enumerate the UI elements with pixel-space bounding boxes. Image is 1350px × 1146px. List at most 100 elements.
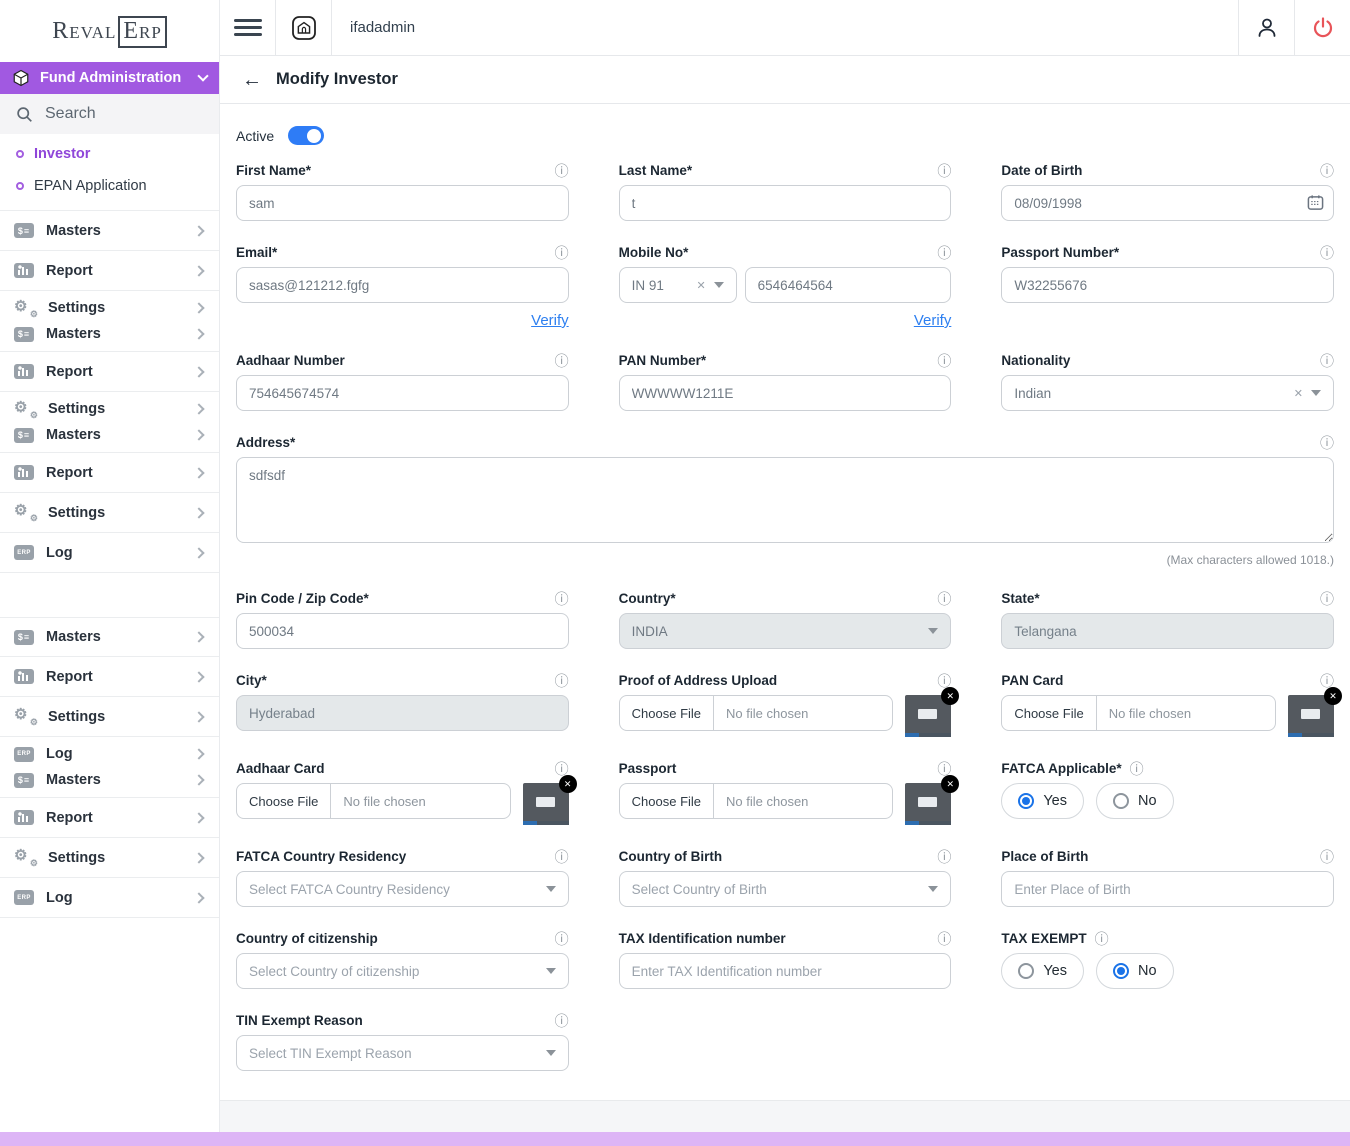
choose-file-button[interactable]: Choose File [1002,696,1096,730]
info-icon[interactable] [1320,246,1334,260]
remove-file-icon[interactable] [1324,687,1342,705]
nationality-select[interactable]: Indian [1001,375,1334,411]
info-icon[interactable] [555,164,569,178]
address-textarea[interactable]: sdfsdf [236,457,1334,543]
choose-file-button[interactable]: Choose File [620,784,714,818]
info-icon[interactable] [1320,354,1334,368]
mobile-number-input[interactable] [745,267,952,303]
remove-file-icon[interactable] [941,687,959,705]
place-of-birth-input[interactable] [1001,871,1334,907]
fatca-applicable-yes-radio[interactable]: Yes [1001,783,1084,819]
sidebar-item-masters[interactable]: Masters [14,323,205,345]
info-icon[interactable] [1320,164,1334,178]
sidebar-item-settings[interactable]: Settings [0,838,219,878]
clear-x-icon[interactable] [696,279,705,292]
dob-input[interactable] [1001,185,1334,221]
info-icon[interactable] [555,354,569,368]
clear-x-icon[interactable] [1294,387,1303,400]
mobile-verify-link[interactable]: Verify [914,312,952,329]
info-icon[interactable] [555,592,569,606]
sidebar-item-masters[interactable]: Masters [14,769,205,791]
info-icon[interactable] [937,164,951,178]
sidebar-item-report[interactable]: Report [0,798,219,838]
info-icon[interactable] [1320,674,1334,688]
aadhaar-card-file-input[interactable]: Choose FileNo file chosen [236,783,511,819]
sidebar-item-investor[interactable]: Investor [0,138,219,170]
sidebar-item-report[interactable]: Report [0,251,219,291]
logout-button[interactable] [1294,0,1350,55]
passport-number-input[interactable] [1001,267,1334,303]
country-of-birth-select[interactable]: Select Country of Birth [619,871,952,907]
info-icon[interactable] [555,932,569,946]
last-name-input[interactable] [619,185,952,221]
sidebar-item-settings[interactable]: Settings [0,493,219,533]
email-verify-link[interactable]: Verify [531,312,569,329]
sidebar-item-settings[interactable]: Settings [14,398,205,420]
sidebar-item-settings-masters[interactable]: Settings Masters [0,392,219,453]
sidebar-item-masters[interactable]: Masters [14,424,205,446]
tax-exempt-yes-radio[interactable]: Yes [1001,953,1084,989]
sidebar-item-report[interactable]: Report [0,453,219,493]
info-icon[interactable] [555,850,569,864]
remove-file-icon[interactable] [559,775,577,793]
info-icon[interactable] [937,932,951,946]
sidebar-item-log[interactable]: Log [0,878,219,918]
sidebar-item-settings-masters[interactable]: Settings Masters [0,291,219,352]
proof-of-address-file-input[interactable]: Choose FileNo file chosen [619,695,894,731]
info-icon[interactable] [937,246,951,260]
info-icon[interactable] [937,762,951,776]
info-icon[interactable] [1130,762,1144,776]
pan-card-file-input[interactable]: Choose FileNo file chosen [1001,695,1276,731]
citizenship-select[interactable]: Select Country of citizenship [236,953,569,989]
choose-file-button[interactable]: Choose File [620,696,714,730]
info-icon[interactable] [555,674,569,688]
active-toggle[interactable] [288,126,324,145]
info-icon[interactable] [1320,436,1334,450]
sidebar-item-log[interactable]: Log [14,743,205,765]
menu-toggle-button[interactable] [220,0,276,55]
sidebar-item-masters[interactable]: Masters [0,617,219,657]
sidebar-item-settings[interactable]: Settings [14,297,205,319]
info-icon[interactable] [1320,592,1334,606]
info-icon[interactable] [555,762,569,776]
info-icon[interactable] [555,246,569,260]
mobile-country-code-select[interactable]: IN 91 [619,267,737,303]
remove-file-icon[interactable] [941,775,959,793]
sidebar-item-settings[interactable]: Settings [0,697,219,737]
info-icon[interactable] [937,354,951,368]
choose-file-button[interactable]: Choose File [237,784,331,818]
tax-exempt-no-radio[interactable]: No [1096,953,1174,989]
tax-id-input[interactable] [619,953,952,989]
info-icon[interactable] [937,674,951,688]
proof-of-address-thumbnail[interactable] [905,695,951,737]
passport-file-input[interactable]: Choose FileNo file chosen [619,783,894,819]
pincode-input[interactable] [236,613,569,649]
fatca-applicable-no-radio[interactable]: No [1096,783,1174,819]
home-button[interactable] [276,0,332,55]
passport-thumbnail[interactable] [905,783,951,825]
tin-exempt-reason-select[interactable]: Select TIN Exempt Reason [236,1035,569,1071]
pan-number-input[interactable] [619,375,952,411]
info-icon[interactable] [1095,932,1109,946]
sidebar-item-masters[interactable]: Masters [0,211,219,251]
info-icon[interactable] [937,850,951,864]
back-button[interactable]: ← [242,70,262,90]
module-selector[interactable]: Fund Administration [0,62,219,94]
pan-card-thumbnail[interactable] [1288,695,1334,737]
aadhaar-number-input[interactable] [236,375,569,411]
sidebar-item-log[interactable]: Log [0,533,219,573]
sidebar-item-log-masters[interactable]: Log Masters [0,737,219,798]
calendar-icon[interactable] [1307,194,1324,211]
info-icon[interactable] [937,592,951,606]
fatca-country-select[interactable]: Select FATCA Country Residency [236,871,569,907]
sidebar-item-epan-application[interactable]: EPAN Application [0,170,219,202]
profile-button[interactable] [1238,0,1294,55]
sidebar-item-report[interactable]: Report [0,352,219,392]
info-icon[interactable] [1320,850,1334,864]
info-icon[interactable] [555,1014,569,1028]
sidebar-search[interactable]: Search [0,94,219,134]
email-input[interactable] [236,267,569,303]
sidebar-item-report[interactable]: Report [0,657,219,697]
first-name-input[interactable] [236,185,569,221]
aadhaar-card-thumbnail[interactable] [523,783,569,825]
